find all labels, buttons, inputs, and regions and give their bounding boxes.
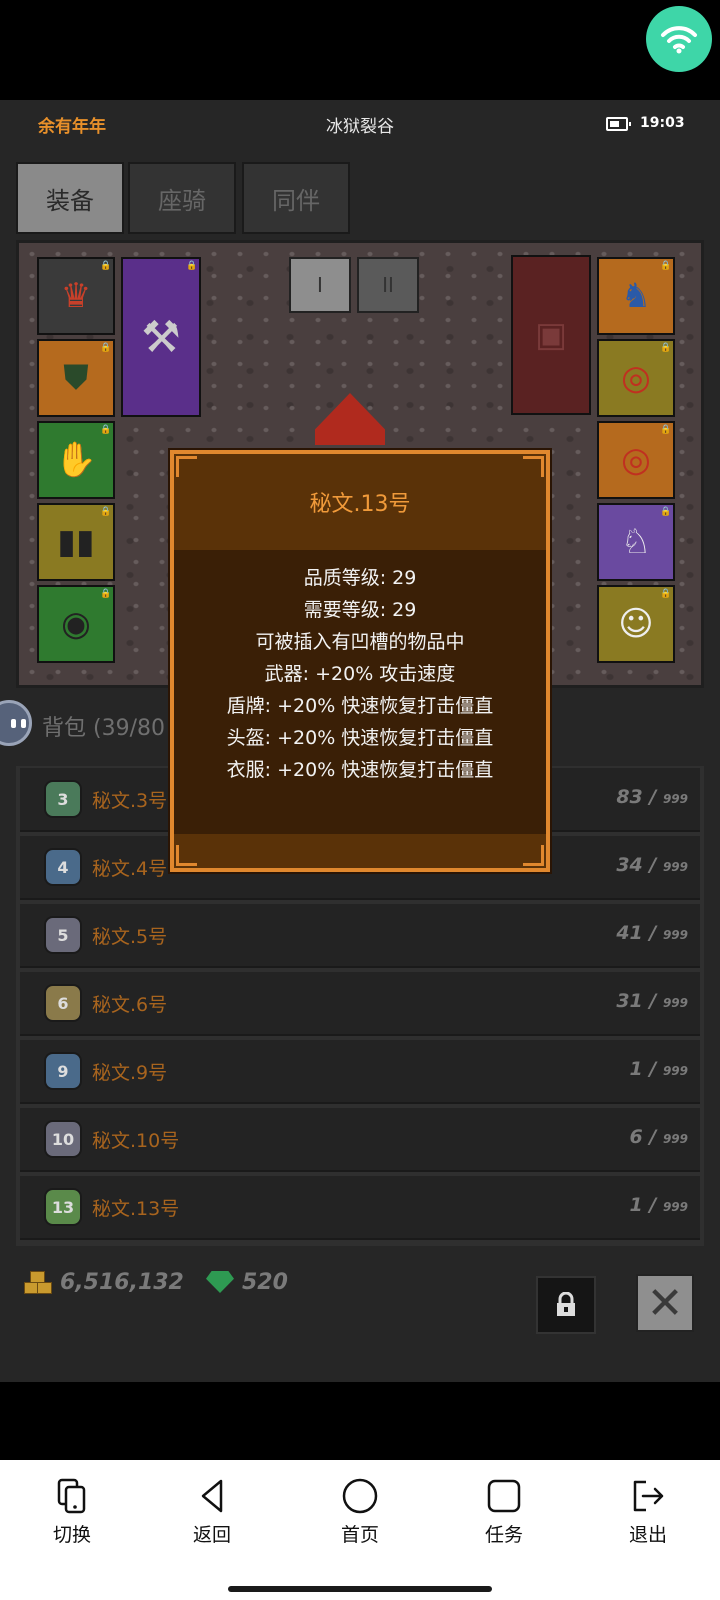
item-count: 1 / 999 [629,1194,688,1216]
armor-icon: ⛊ [63,358,89,398]
wifi-icon [661,26,697,54]
stat-line: 头盔: +20% 快速恢复打击僵直 [226,727,494,749]
ring-icon: ◎ [621,358,651,398]
ring-slot-1[interactable]: ◎ 🔒 [597,339,675,417]
gem-amount: 520 [242,1269,288,1295]
close-button[interactable]: ✕ [636,1274,694,1332]
item-count: 6 / 999 [629,1126,688,1148]
list-item[interactable]: 13 秘文.13号 1 / 999 [20,1176,700,1240]
bag-title: 背包 (39/80 [42,716,165,741]
close-icon: ✕ [646,1277,684,1329]
item-name: 秘文.5号 [92,926,168,948]
gem-counter: 520 [206,1262,288,1302]
list-item[interactable]: 6 秘文.6号 31 / 999 [20,972,700,1036]
stat-line: 衣服: +20% 快速恢复打击僵直 [226,759,494,781]
nav-label: 切换 [52,1524,91,1546]
back-icon [201,1479,223,1513]
nav-label: 首页 [340,1524,379,1546]
weapon-slot[interactable]: ⚒ 🔒 [121,257,201,417]
task-icon [487,1479,521,1513]
tab-mount[interactable]: 座骑 [128,162,236,234]
nav-back[interactable]: 返回 [162,1478,262,1547]
stat-line: 武器: +20% 攻击速度 [264,663,456,685]
nav-label: 任务 [484,1524,523,1546]
list-item[interactable]: 5 秘文.5号 41 / 999 [20,904,700,968]
pet-slot-1[interactable]: ♘ 🔒 [597,503,675,581]
gauntlet-icon: ✋ [54,440,98,480]
unicorn-icon: ♘ [620,522,652,562]
stat-line: 盾牌: +20% 快速恢复打击僵直 [226,695,494,717]
padlock-icon [557,1292,575,1316]
nav-home[interactable]: 首页 [310,1478,410,1547]
belt-icon: ◉ [61,604,91,644]
ring-slot-2[interactable]: ◎ 🔒 [597,421,675,499]
amulet-slot[interactable]: ♞ 🔒 [597,257,675,335]
exit-icon [633,1480,664,1512]
list-item[interactable]: 9 秘文.9号 1 / 999 [20,1040,700,1104]
stat-line: 品质等级: 29 [303,567,417,589]
gloves-slot[interactable]: ✋ 🔒 [37,421,115,499]
nav-switch[interactable]: 切换 [22,1478,122,1547]
gold-amount: 6,516,132 [60,1269,184,1295]
tooltip-title: 秘文.13号 [309,492,411,517]
item-tooltip: 秘文.13号 品质等级: 29 需要等级: 29 可被插入有凹槽的物品中 武器:… [170,450,550,872]
item-name: 秘文.6号 [92,994,168,1016]
item-count: 31 / 999 [616,990,688,1012]
clock: 19:03 [640,115,685,131]
rune-6-icon: 6 [44,984,82,1022]
item-name: 秘文.9号 [92,1062,168,1084]
armor-slot[interactable]: ⛊ 🔒 [37,339,115,417]
home-icon [342,1478,378,1514]
horned-helm-icon: ♞ [620,276,652,316]
rune-4-icon: 4 [44,848,82,886]
boots-slot[interactable]: ▮▮ 🔒 [37,503,115,581]
nav-label: 退出 [628,1524,667,1546]
item-name: 秘文.10号 [92,1130,180,1152]
rune-13-icon: 13 [44,1188,82,1226]
wifi-button[interactable] [646,6,712,72]
stat-line: 可被插入有凹槽的物品中 [255,631,465,653]
switch-icon [57,1478,86,1514]
ring-icon: ◎ [621,440,651,480]
set-tab-2[interactable]: II [357,257,419,313]
pet-slot-2[interactable]: ☺ 🔒 [597,585,675,663]
tooltip-stats: 品质等级: 29 需要等级: 29 可被插入有凹槽的物品中 武器: +20% 攻… [174,562,546,786]
axe-icon: ⚒ [141,311,181,363]
crown-icon: ♛ [60,276,92,316]
nav-exit[interactable]: 退出 [598,1478,698,1547]
tab-companion[interactable]: 同伴 [242,162,350,234]
nav-tasks[interactable]: 任务 [454,1478,554,1547]
item-count: 34 / 999 [616,854,688,876]
rune-10-icon: 10 [44,1120,82,1158]
rune-3-icon: 3 [44,780,82,818]
item-count: 83 / 999 [616,786,688,808]
item-count: 41 / 999 [616,922,688,944]
item-name: 秘文.4号 [92,858,168,880]
shield-slot[interactable]: ▣ [511,255,591,415]
helmet-slot[interactable]: ♛ 🔒 [37,257,115,335]
gold-coins-icon [22,1269,52,1295]
battery-icon [606,117,631,131]
emerald-icon [206,1271,234,1293]
list-item[interactable]: 10 秘文.10号 6 / 999 [20,1108,700,1172]
rune-9-icon: 9 [44,1052,82,1090]
empty-shield-icon: ▣ [534,315,568,355]
cat-icon: ☺ [618,604,654,644]
boots-icon: ▮▮ [57,522,95,562]
set-tab-1[interactable]: I [289,257,351,313]
item-name: 秘文.3号 [92,790,168,812]
lock-button[interactable] [536,1276,596,1334]
belt-slot[interactable]: ◉ 🔒 [37,585,115,663]
item-count: 1 / 999 [629,1058,688,1080]
home-indicator[interactable] [228,1586,492,1592]
tab-equipment[interactable]: 装备 [16,162,124,234]
nav-label: 返回 [192,1524,231,1546]
item-name: 秘文.13号 [92,1198,180,1220]
rune-5-icon: 5 [44,916,82,954]
stat-line: 需要等级: 29 [303,599,417,621]
gold-counter: 6,516,132 [22,1262,184,1302]
